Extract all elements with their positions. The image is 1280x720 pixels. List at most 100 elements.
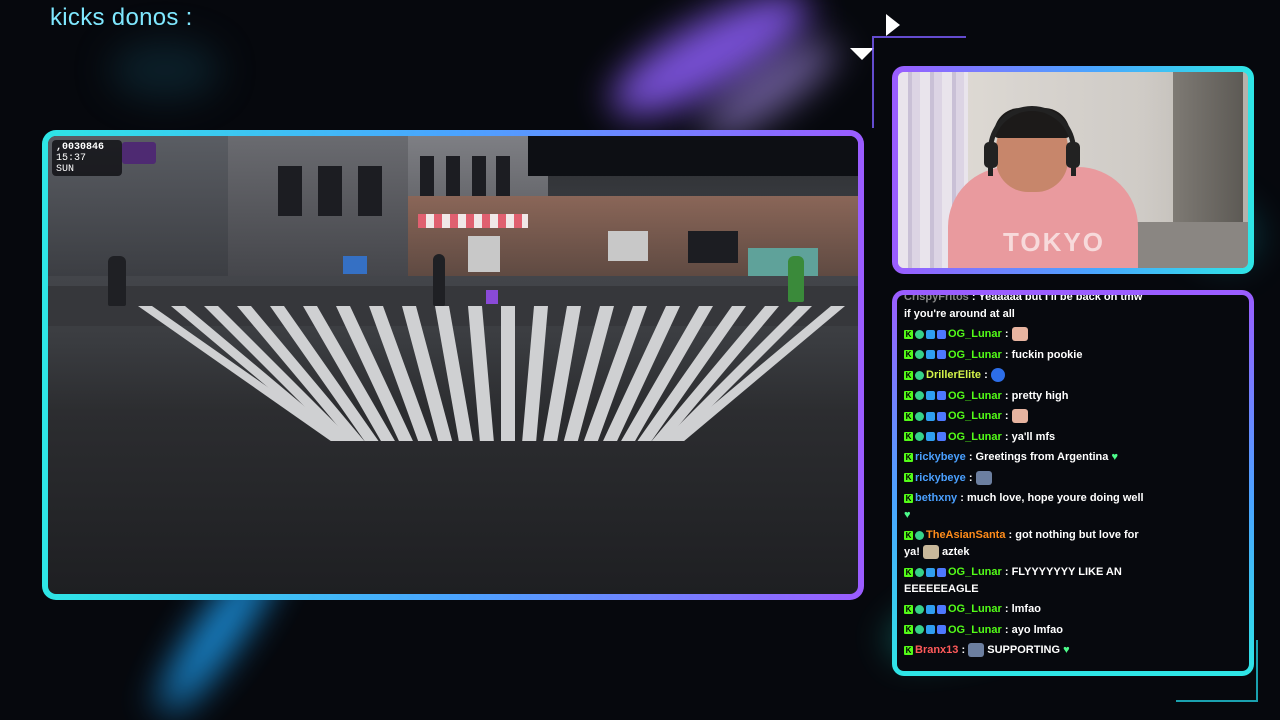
verified-badge-icon xyxy=(915,370,924,380)
kick-badge-icon: K xyxy=(904,329,913,339)
chat-username[interactable]: Branx13 xyxy=(915,644,958,656)
kick-badge-icon: K xyxy=(904,493,913,503)
chat-message-list: CrispyFritos : Yeaaaaa but I'll be back … xyxy=(904,295,1144,663)
kick-badge-icon: K xyxy=(904,625,913,635)
verified-badge-icon xyxy=(915,411,924,421)
chat-message: K Branx13 : SUPPORTING ♥ xyxy=(904,642,1144,659)
kick-badge-icon: K xyxy=(904,473,913,483)
gift-badge-icon xyxy=(937,329,946,339)
verified-badge-icon xyxy=(915,350,924,360)
hud-day: SUN xyxy=(56,164,75,175)
verified-badge-icon xyxy=(915,329,924,339)
kick-badge-icon: K xyxy=(904,350,913,360)
gift-badge-icon xyxy=(937,567,946,577)
chat-username[interactable]: OG_Lunar xyxy=(948,603,1002,615)
hud-cash: ,0030846 xyxy=(56,142,105,153)
chat-username[interactable]: OG_Lunar xyxy=(948,390,1002,402)
crosswalk-stripe xyxy=(501,306,515,441)
chat-separator: : xyxy=(1001,389,1012,402)
boost-badge-icon xyxy=(926,604,935,614)
chat-username[interactable]: rickybeye xyxy=(915,451,966,463)
deco-arrow-icon xyxy=(886,14,900,36)
crosswalk xyxy=(108,306,858,446)
kick-badge-icon: K xyxy=(904,370,913,380)
kick-badge-icon: K xyxy=(904,411,913,421)
chat-text: SUPPORTING xyxy=(987,644,1060,656)
gift-badge-icon xyxy=(937,604,946,614)
chat-panel[interactable]: CrispyFritos : Yeaaaaa but I'll be back … xyxy=(897,295,1249,671)
kick-badge-icon: K xyxy=(904,432,913,442)
chat-username[interactable]: OG_Lunar xyxy=(948,349,1002,361)
chat-text: ayo lmfao xyxy=(1011,623,1063,636)
webcam-feed: TOKYO xyxy=(898,72,1248,268)
chat-separator: : xyxy=(968,295,979,303)
chat-message: K OG_Lunar : xyxy=(904,408,1144,425)
gift-badge-icon xyxy=(937,391,946,401)
heart-emote-icon: ♥ xyxy=(1063,644,1070,656)
game-capture-frame: ,0030846 15:37 SUN xyxy=(42,130,864,600)
chat-username[interactable]: OG_Lunar xyxy=(948,624,1002,636)
chat-separator: : xyxy=(958,644,969,656)
chat-username[interactable]: DrillerElite xyxy=(926,369,981,381)
chat-text: fuckin pookie xyxy=(1011,348,1083,361)
donos-title: kicks donos : xyxy=(50,4,193,31)
pedestrian xyxy=(108,256,126,306)
chat-message: K TheAsianSanta : got nothing but love fo… xyxy=(904,527,1144,560)
crosswalk-stripe xyxy=(522,306,548,441)
chat-username[interactable]: bethxny xyxy=(915,492,957,504)
chat-separator: : xyxy=(1001,410,1012,422)
kick-badge-icon: K xyxy=(904,530,913,540)
verified-badge-icon xyxy=(915,625,924,635)
chat-username[interactable]: CrispyFritos xyxy=(904,295,969,303)
chat-frame: CrispyFritos : Yeaaaaa but I'll be back … xyxy=(892,290,1254,676)
verified-badge-icon xyxy=(915,604,924,614)
chat-message: K OG_Lunar : lmfao xyxy=(904,601,1144,618)
gift-badge-icon xyxy=(937,625,946,635)
face-emote-icon xyxy=(1011,327,1028,342)
webcam-frame: TOKYO xyxy=(892,66,1254,274)
deco-arrow-icon xyxy=(850,48,874,60)
heart-emote-icon: ♥ xyxy=(1111,451,1118,463)
chat-username[interactable]: TheAsianSanta xyxy=(926,529,1005,541)
gift-badge-icon xyxy=(937,411,946,421)
heart-emote-icon: ♥ xyxy=(904,508,911,521)
chat-text: much love, hope youre doing well xyxy=(966,492,1144,504)
shop-awning xyxy=(418,214,528,228)
chat-message: K OG_Lunar : ayo lmfao xyxy=(904,622,1144,639)
pedestrian xyxy=(433,254,445,306)
blob-emote-icon xyxy=(990,368,1005,383)
crosswalk-stripe xyxy=(468,306,494,441)
verified-badge-icon xyxy=(915,530,924,540)
chat-separator: : xyxy=(1001,623,1012,636)
chat-text: pretty high xyxy=(1011,389,1069,402)
kick-badge-icon: K xyxy=(904,452,913,462)
chat-username[interactable]: OG_Lunar xyxy=(948,328,1002,340)
chat-separator: : xyxy=(1001,430,1012,443)
chat-username[interactable]: OG_Lunar xyxy=(948,431,1002,443)
face-emote-icon xyxy=(1011,409,1028,424)
game-hud: ,0030846 15:37 SUN xyxy=(52,140,122,176)
chat-separator: : xyxy=(957,492,967,504)
kick-badge-icon: K xyxy=(904,645,913,655)
chat-username[interactable]: OG_Lunar xyxy=(948,566,1002,578)
chat-message: Krickybeye : xyxy=(904,470,1144,487)
chat-separator: : xyxy=(1005,529,1016,541)
chat-text: Greetings from Argentina xyxy=(975,451,1109,463)
trash-bin xyxy=(343,256,367,274)
verified-badge-icon xyxy=(915,391,924,401)
kick-badge-icon: K xyxy=(904,567,913,577)
chat-message: K OG_Lunar : xyxy=(904,326,1144,343)
chat-separator: : xyxy=(1001,348,1012,361)
chat-text: ya'll mfs xyxy=(1011,430,1056,443)
chat-message: Kbethxny : much love, hope youre doing w… xyxy=(904,490,1144,523)
chat-username[interactable]: OG_Lunar xyxy=(948,410,1002,422)
kick-badge-icon: K xyxy=(904,391,913,401)
chat-username[interactable]: rickybeye xyxy=(915,472,966,484)
gift-badge-icon xyxy=(937,350,946,360)
chat-message: K OG_Lunar : FLYYYYYYY LIKE AN EEEEEEAGLE xyxy=(904,564,1144,597)
boost-badge-icon xyxy=(926,350,935,360)
chat-separator: : xyxy=(981,369,991,381)
chat-message: CrispyFritos : Yeaaaaa but I'll be back … xyxy=(904,295,1144,322)
chat-text: aztek xyxy=(938,545,970,558)
chat-separator: : xyxy=(1001,566,1012,578)
